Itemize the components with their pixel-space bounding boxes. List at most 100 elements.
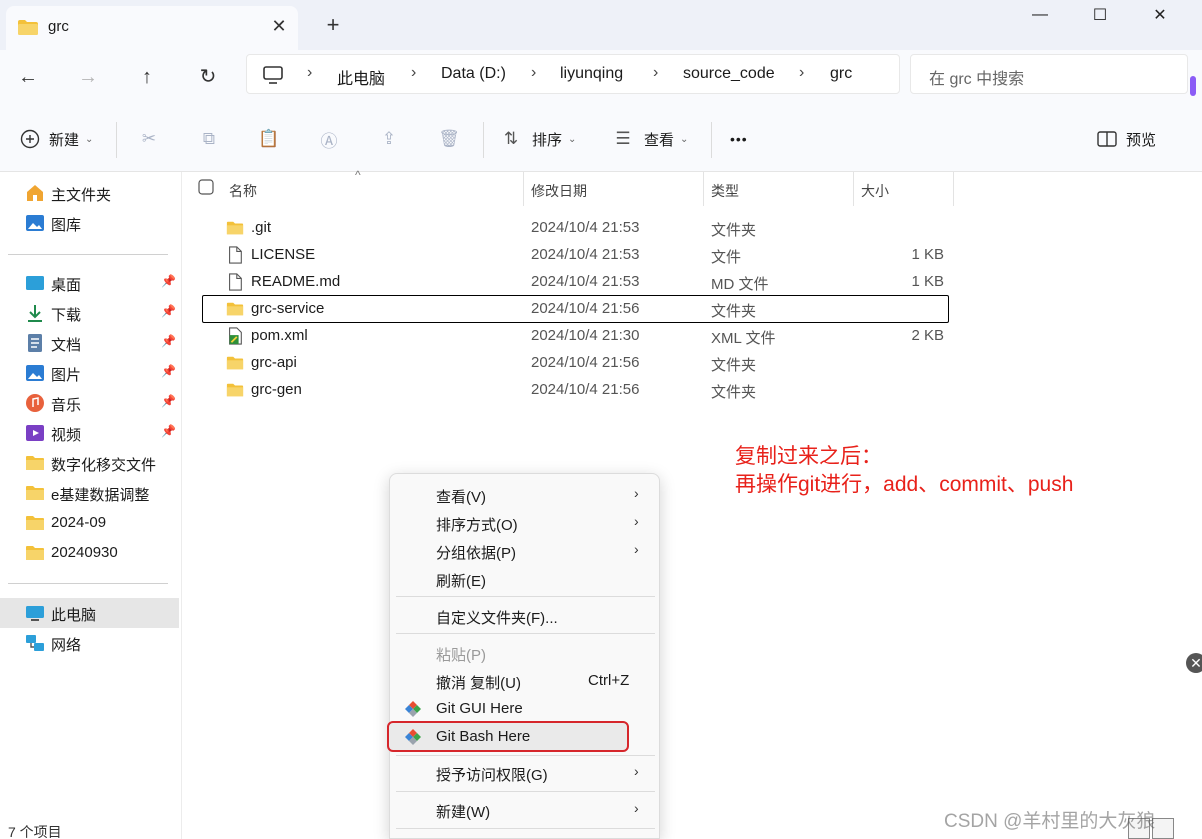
preview-button[interactable]: 预览 (1096, 126, 1156, 152)
breadcrumb-grc[interactable]: grc (830, 65, 852, 83)
tab-title: grc (48, 18, 69, 35)
computer-icon (263, 66, 283, 84)
forward-button[interactable]: → (73, 62, 103, 92)
column-divider[interactable] (953, 172, 954, 206)
rename-icon: Ⓐ (320, 131, 338, 151)
breadcrumb-data-drive[interactable]: Data (D:) (441, 65, 506, 83)
share-button[interactable]: ⇪ (378, 126, 400, 152)
download-icon (28, 305, 42, 322)
new-tab-button[interactable]: + (322, 14, 344, 36)
close-circle-icon[interactable]: ✕ (1186, 653, 1202, 673)
pin-icon: 📌 (161, 394, 176, 408)
menu-separator (396, 633, 655, 634)
cut-button[interactable]: ✂ (138, 126, 160, 152)
sidebar-item-label: 桌面 (51, 277, 82, 294)
tab-close-icon[interactable]: ✕ (268, 15, 290, 37)
sidebar-item-downloads[interactable]: 下载 📌 (0, 298, 179, 328)
breadcrumb-liyunqing[interactable]: liyunqing (560, 65, 623, 83)
file-row[interactable]: LICENSE 2024/10/4 21:53 文件 1 KB (202, 242, 949, 269)
command-bar: 新建 ⌄ ✂ ⧉ 📋 Ⓐ ⇪ 🗑 ⇅ 排序 ⌄ ☰ 查看 ⌄ ••• 预览 (0, 104, 1202, 172)
delete-button[interactable]: 🗑 (438, 126, 460, 152)
sidebar-item-folder[interactable]: 数字化移交文件 (0, 448, 179, 478)
sidebar-item-videos[interactable]: 视频 📌 (0, 418, 179, 448)
column-header-row: 名称 ^ 修改日期 类型 大小 (182, 168, 962, 206)
sidebar-divider (8, 254, 168, 255)
copilot-tab[interactable] (1190, 76, 1196, 96)
menu-item-label: 排序方式(O) (436, 517, 518, 534)
sidebar-item-gallery[interactable]: 图库 (0, 208, 179, 238)
copy-button[interactable]: ⧉ (198, 126, 220, 152)
menu-item-view[interactable]: 查看(V) › (396, 481, 655, 509)
chevron-down-icon: ⌄ (85, 133, 94, 145)
sidebar-item-folder[interactable]: 2024-09 (0, 508, 179, 538)
title-bar: grc ✕ + — ☐ ✕ (0, 0, 1202, 50)
menu-item-git-bash[interactable]: Git Bash Here (387, 721, 629, 752)
window-close-button[interactable]: ✕ (1130, 0, 1190, 30)
sidebar-item-desktop[interactable]: 桌面 📌 (0, 268, 179, 298)
git-icon (405, 701, 421, 717)
column-divider[interactable] (523, 172, 524, 206)
menu-item-grant-access[interactable]: 授予访问权限(G) › (396, 759, 655, 787)
view-button[interactable]: ☰ 查看 ⌄ (612, 126, 688, 152)
file-row[interactable]: pom.xml 2024/10/4 21:30 XML 文件 2 KB (202, 323, 949, 350)
search-input[interactable]: 在 grc 中搜索 (929, 65, 1024, 89)
more-options-button[interactable]: ••• (730, 126, 748, 152)
chevron-right-icon: › (634, 763, 639, 779)
sidebar-item-folder[interactable]: e基建数据调整 (0, 478, 179, 508)
sidebar-item-this-pc[interactable]: 此电脑 (0, 598, 179, 628)
menu-item-undo[interactable]: 撤消 复制(U) Ctrl+Z (396, 667, 655, 695)
maximize-button[interactable]: ☐ (1070, 0, 1130, 30)
menu-item-new[interactable]: 新建(W) › (396, 796, 655, 824)
menu-item-sort[interactable]: 排序方式(O) › (396, 509, 655, 537)
folder-icon (18, 20, 38, 35)
column-size[interactable]: 大小 (861, 181, 889, 201)
annotation-line-2: 再操作git进行，add、commit、push (735, 473, 1074, 496)
file-row[interactable]: grc-service 2024/10/4 21:56 文件夹 (202, 295, 949, 323)
address-bar[interactable]: › 此电脑 › Data (D:) › liyunqing › source_c… (246, 54, 900, 94)
sort-icon: ⇅ (503, 129, 519, 148)
menu-item-group[interactable]: 分组依据(P) › (396, 537, 655, 565)
select-all-checkbox[interactable] (198, 179, 214, 198)
breadcrumb-source-code[interactable]: source_code (683, 65, 775, 83)
rename-button[interactable]: Ⓐ (318, 126, 340, 152)
file-row[interactable]: grc-gen 2024/10/4 21:56 文件夹 (202, 377, 949, 404)
watermark: CSDN @羊村里的大灰狼 (944, 811, 1156, 832)
file-row[interactable]: grc-api 2024/10/4 21:56 文件夹 (202, 350, 949, 377)
sidebar-item-documents[interactable]: 文档 📌 (0, 328, 179, 358)
sidebar-item-home[interactable]: 主文件夹 (0, 178, 179, 208)
sidebar-item-network[interactable]: 网络 (0, 628, 179, 658)
sidebar-item-pictures[interactable]: 图片 📌 (0, 358, 179, 388)
paste-button[interactable]: 📋 (258, 126, 280, 152)
sidebar-item-label: 20240930 (51, 544, 118, 561)
trash-icon: 🗑 (438, 129, 460, 148)
minimize-button[interactable]: — (1010, 0, 1070, 30)
clipboard-icon: 📋 (258, 129, 280, 148)
column-name[interactable]: 名称 (229, 181, 257, 201)
search-box[interactable]: 在 grc 中搜索 (910, 54, 1188, 94)
file-row[interactable]: .git 2024/10/4 21:53 文件夹 (202, 215, 949, 242)
up-button[interactable]: ↑ (132, 62, 162, 92)
sort-button[interactable]: ⇅ 排序 ⌄ (500, 126, 577, 152)
column-divider[interactable] (853, 172, 854, 206)
back-button[interactable]: ← (13, 62, 43, 92)
file-modified: 2024/10/4 21:56 (531, 300, 640, 317)
refresh-button[interactable]: ↻ (193, 62, 223, 92)
menu-item-paste[interactable]: 粘贴(P) (396, 639, 655, 667)
sort-ascending-icon: ^ (355, 168, 361, 182)
column-divider[interactable] (703, 172, 704, 206)
column-type[interactable]: 类型 (711, 181, 739, 201)
file-row[interactable]: README.md 2024/10/4 21:53 MD 文件 1 KB (202, 269, 949, 296)
git-icon (405, 729, 421, 745)
column-modified[interactable]: 修改日期 (531, 181, 587, 201)
tab-grc[interactable]: grc ✕ (6, 6, 298, 50)
menu-item-customize-folder[interactable]: 自定义文件夹(F)... (396, 602, 655, 630)
menu-item-label: 自定义文件夹(F)... (436, 610, 558, 627)
sidebar-item-folder[interactable]: 20240930 (0, 538, 179, 568)
menu-separator (396, 596, 655, 597)
menu-item-git-gui[interactable]: Git GUI Here (396, 695, 655, 723)
new-button[interactable]: 新建 ⌄ (19, 126, 93, 152)
menu-item-refresh[interactable]: 刷新(E) (396, 565, 655, 593)
home-icon (27, 185, 43, 201)
sidebar-item-music[interactable]: 音乐 📌 (0, 388, 179, 418)
breadcrumb-this-pc[interactable]: 此电脑 (337, 65, 385, 89)
